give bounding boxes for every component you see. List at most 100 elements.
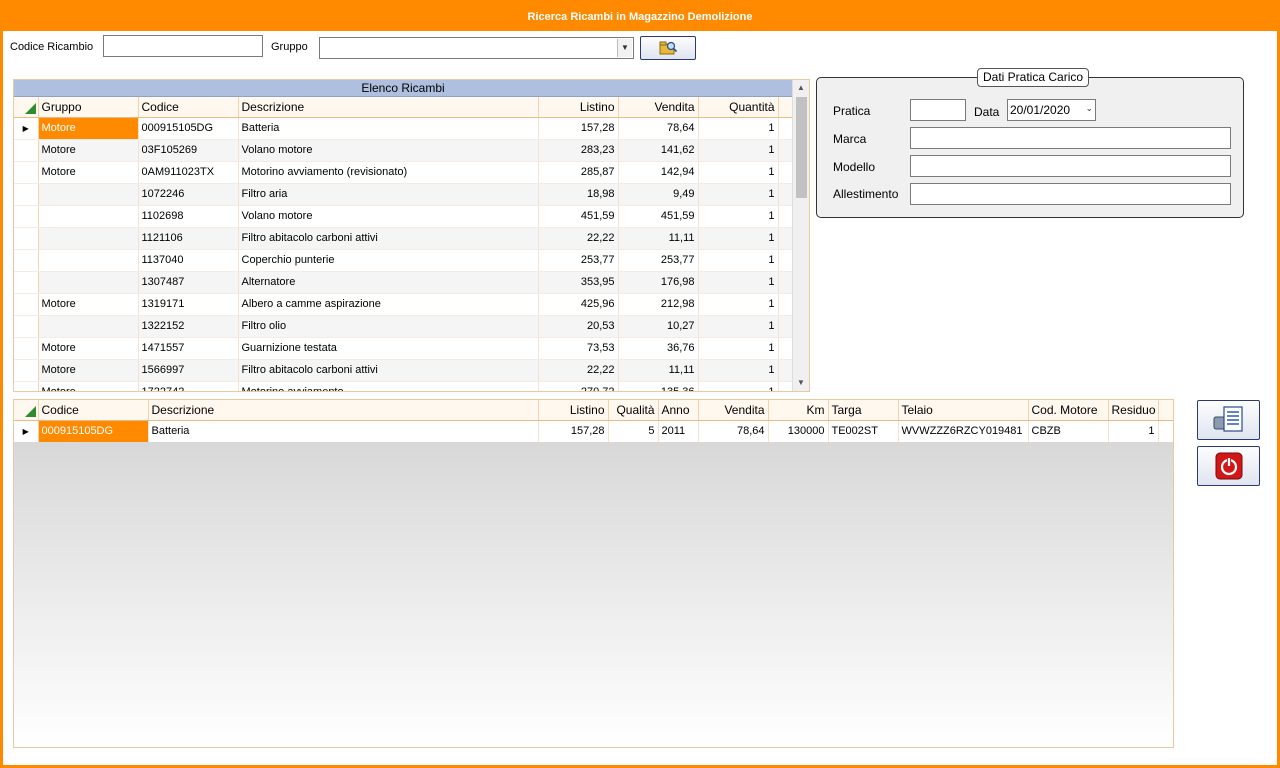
cell-vendita[interactable]: 135,36 xyxy=(618,381,699,391)
table-row[interactable]: Motore 03F105269 Volano motore 283,23 141,62… xyxy=(14,139,794,162)
pratica-input[interactable] xyxy=(910,99,966,121)
cell-codice[interactable]: 1722742 xyxy=(138,381,239,391)
cell-vendita[interactable]: 11,11 xyxy=(618,227,699,250)
cell-vendita[interactable]: 253,77 xyxy=(618,249,699,272)
cell-vendita[interactable]: 176,98 xyxy=(618,271,699,294)
cell-gruppo[interactable] xyxy=(38,227,139,250)
column-header-listino[interactable]: Listino xyxy=(538,97,619,118)
cell-gruppo[interactable] xyxy=(38,315,139,338)
row-header[interactable] xyxy=(14,293,39,316)
search-button[interactable] xyxy=(640,36,696,60)
cell-vendita[interactable]: 142,94 xyxy=(618,161,699,184)
cell-descrizione[interactable]: Batteria xyxy=(238,117,539,140)
row-header[interactable] xyxy=(14,359,39,382)
column-header-telaio[interactable]: Telaio xyxy=(898,400,1029,421)
cell-descrizione[interactable]: Alternatore xyxy=(238,271,539,294)
column-header-quantita[interactable]: Quantità xyxy=(698,97,779,118)
cell-vendita[interactable]: 9,49 xyxy=(618,183,699,206)
cell-vendita[interactable]: 78,64 xyxy=(698,420,769,443)
cell-codice[interactable]: 000915105DG xyxy=(138,117,239,140)
column-header-residuo[interactable]: Residuo xyxy=(1108,400,1159,421)
cell-listino[interactable]: 285,87 xyxy=(538,161,619,184)
table-row[interactable]: Motore 1471557 Guarnizione testata 73,53 36,… xyxy=(14,337,794,360)
column-header-km[interactable]: Km xyxy=(768,400,829,421)
data-date-picker[interactable]: 20/01/2020 ⌄ xyxy=(1007,99,1096,121)
cell-km[interactable]: 130000 xyxy=(768,420,829,443)
column-header-codice[interactable]: Codice xyxy=(138,97,239,118)
column-header-descrizione[interactable]: Descrizione xyxy=(148,400,539,421)
row-header[interactable] xyxy=(14,205,39,228)
cell-codice[interactable]: 0AM911023TX xyxy=(138,161,239,184)
cell-codice[interactable]: 03F105269 xyxy=(138,139,239,162)
cell-gruppo[interactable]: Motore xyxy=(38,359,139,382)
cell-listino[interactable]: 353,95 xyxy=(538,271,619,294)
cell-listino[interactable]: 157,28 xyxy=(538,117,619,140)
cell-listino[interactable]: 157,28 xyxy=(538,420,609,443)
cell-descrizione[interactable]: Motorino avviamento xyxy=(238,381,539,391)
cell-quantita[interactable]: 1 xyxy=(698,139,779,162)
cell-gruppo[interactable] xyxy=(38,183,139,206)
cell-descrizione[interactable]: Albero a camme aspirazione xyxy=(238,293,539,316)
table-row[interactable]: ▶ 000915105DG Batteria 157,28 5 2011 78,64 1300… xyxy=(14,420,1173,443)
column-header-listino[interactable]: Listino xyxy=(538,400,609,421)
cell-descrizione[interactable]: Filtro abitacolo carboni attivi xyxy=(238,227,539,250)
cell-codice[interactable]: 000915105DG xyxy=(38,420,149,443)
cell-codice[interactable]: 1072246 xyxy=(138,183,239,206)
cell-gruppo[interactable]: Motore xyxy=(38,337,139,360)
cell-codice[interactable]: 1102698 xyxy=(138,205,239,228)
cell-listino[interactable]: 22,22 xyxy=(538,359,619,382)
cell-listino[interactable]: 283,23 xyxy=(538,139,619,162)
scrollbar-thumb[interactable] xyxy=(796,97,807,198)
cell-listino[interactable]: 18,98 xyxy=(538,183,619,206)
column-header-gruppo[interactable]: Gruppo xyxy=(38,97,139,118)
parts-grid-scrollbar[interactable]: ▲ ▼ xyxy=(792,80,809,391)
cell-cod-motore[interactable]: CBZB xyxy=(1028,420,1109,443)
cell-gruppo[interactable]: Motore xyxy=(38,293,139,316)
cell-codice[interactable]: 1121106 xyxy=(138,227,239,250)
cell-descrizione[interactable]: Volano motore xyxy=(238,139,539,162)
column-header-targa[interactable]: Targa xyxy=(828,400,899,421)
table-row[interactable]: 1307487 Alternatore 353,95 176,98 1 xyxy=(14,271,794,294)
row-header[interactable] xyxy=(14,337,39,360)
select-all-corner[interactable] xyxy=(14,97,39,118)
table-row[interactable]: Motore 1722742 Motorino avviamento 270,72 13… xyxy=(14,381,794,391)
cell-vendita[interactable]: 11,11 xyxy=(618,359,699,382)
cell-vendita[interactable]: 141,62 xyxy=(618,139,699,162)
cell-quantita[interactable]: 1 xyxy=(698,183,779,206)
scroll-down-icon[interactable]: ▼ xyxy=(793,375,809,391)
cell-listino[interactable]: 253,77 xyxy=(538,249,619,272)
column-header-anno[interactable]: Anno xyxy=(658,400,699,421)
cell-listino[interactable]: 425,96 xyxy=(538,293,619,316)
allestimento-input[interactable] xyxy=(910,183,1231,205)
cell-telaio[interactable]: WVWZZZ6RZCY019481 xyxy=(898,420,1029,443)
table-row[interactable]: ▶ Motore 000915105DG Batteria 157,28 78,64 1 xyxy=(14,117,794,140)
cell-listino[interactable]: 73,53 xyxy=(538,337,619,360)
column-header-descrizione[interactable]: Descrizione xyxy=(238,97,539,118)
cell-quantita[interactable]: 1 xyxy=(698,271,779,294)
table-row[interactable]: Motore 1319171 Albero a camme aspirazione 4… xyxy=(14,293,794,316)
cell-gruppo[interactable] xyxy=(38,249,139,272)
cell-quantita[interactable]: 1 xyxy=(698,227,779,250)
cell-residuo[interactable]: 1 xyxy=(1108,420,1159,443)
table-row[interactable]: Motore 0AM911023TX Motorino avviamento (re… xyxy=(14,161,794,184)
column-header-qualita[interactable]: Qualità xyxy=(608,400,659,421)
row-header[interactable] xyxy=(14,249,39,272)
column-header-codice[interactable]: Codice xyxy=(38,400,149,421)
table-row[interactable]: 1102698 Volano motore 451,59 451,59 1 xyxy=(14,205,794,228)
print-button[interactable] xyxy=(1197,400,1260,440)
cell-quantita[interactable]: 1 xyxy=(698,249,779,272)
cell-gruppo[interactable]: Motore xyxy=(38,161,139,184)
row-header[interactable] xyxy=(14,161,39,184)
cell-listino[interactable]: 22,22 xyxy=(538,227,619,250)
cell-codice[interactable]: 1319171 xyxy=(138,293,239,316)
row-header[interactable] xyxy=(14,139,39,162)
cell-quantita[interactable]: 1 xyxy=(698,161,779,184)
cell-descrizione[interactable]: Guarnizione testata xyxy=(238,337,539,360)
column-header-vendita[interactable]: Vendita xyxy=(618,97,699,118)
gruppo-select[interactable]: ▼ xyxy=(319,37,634,59)
cell-quantita[interactable]: 1 xyxy=(698,381,779,391)
cell-listino[interactable]: 451,59 xyxy=(538,205,619,228)
codice-ricambio-input[interactable] xyxy=(103,35,263,57)
table-row[interactable]: 1137040 Coperchio punterie 253,77 253,77 1 xyxy=(14,249,794,272)
chevron-down-icon[interactable]: ▼ xyxy=(617,39,632,57)
